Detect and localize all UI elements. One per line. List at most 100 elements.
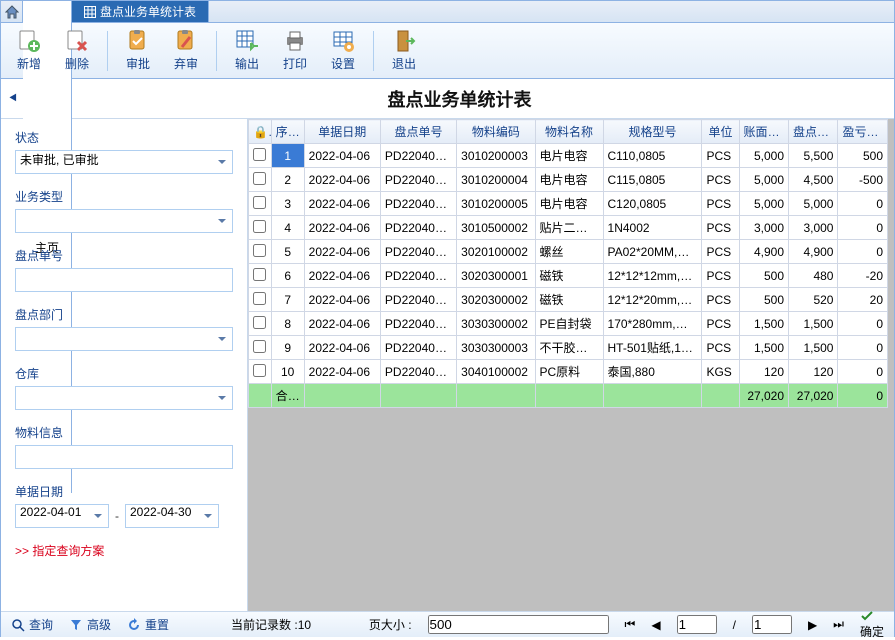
cell-unit: PCS [702, 312, 739, 336]
advanced-button[interactable]: 高级 [69, 616, 111, 633]
unapprove-button[interactable]: 弃审 [164, 26, 208, 76]
col-unit[interactable]: 单位 [702, 120, 739, 144]
table-row[interactable]: 52022-04-06PD220400013020100002螺丝PA02*20… [249, 240, 888, 264]
cell-mat: 3010500002 [457, 216, 535, 240]
table-row[interactable]: 42022-04-06PD220400013010500002贴片二极管1N40… [249, 216, 888, 240]
unapprove-label: 弃审 [174, 55, 198, 72]
reset-button[interactable]: 重置 [127, 616, 169, 633]
cell-book: 1,500 [739, 336, 788, 360]
cell-seq: 4 [271, 216, 304, 240]
page-title: 盘点业务单统计表 [25, 86, 894, 112]
page-size-label: 页大小 : [369, 616, 412, 633]
cell-seq: 7 [271, 288, 304, 312]
col-name[interactable]: 物料名称 [535, 120, 603, 144]
add-button[interactable]: 新增 [7, 26, 51, 76]
grid-area: 🔒 序号 单据日期 盘点单号 物料编码 物料名称 规格型号 单位 账面数量 盘点… [248, 119, 894, 611]
footer-actions: 查询 高级 重置 当前记录数 :10 页大小 : ⏮ ◀ / ▶ ⏭ 确定 [1, 611, 894, 637]
tab-report[interactable]: 盘点业务单统计表 [72, 1, 209, 22]
confirm-button[interactable]: 确定 [860, 609, 884, 640]
col-mat[interactable]: 物料编码 [457, 120, 535, 144]
page-first-icon[interactable]: ⏮ [625, 617, 636, 632]
table-total-row: 合计27,02027,0200 [249, 384, 888, 408]
grid-scroll[interactable]: 🔒 序号 单据日期 盘点单号 物料编码 物料名称 规格型号 单位 账面数量 盘点… [248, 119, 894, 611]
cell-diff: 20 [838, 288, 888, 312]
tab-report-label: 盘点业务单统计表 [100, 3, 196, 20]
cell-count: 520 [789, 288, 838, 312]
settings-label: 设置 [331, 55, 355, 72]
row-checkbox[interactable] [249, 216, 272, 240]
table-row[interactable]: 62022-04-06PD220400013020300001磁铁12*12*1… [249, 264, 888, 288]
col-doc[interactable]: 盘点单号 [380, 120, 456, 144]
query-button[interactable]: 查询 [11, 616, 53, 633]
row-checkbox[interactable] [249, 144, 272, 168]
approve-button[interactable]: 审批 [116, 26, 160, 76]
cell-seq: 8 [271, 312, 304, 336]
page-last-icon[interactable]: ⏭ [833, 617, 844, 632]
add-label: 新增 [17, 55, 41, 72]
col-book[interactable]: 账面数量 [739, 120, 788, 144]
page-next-icon[interactable]: ▶ [808, 618, 817, 632]
dept-label: 盘点部门 [15, 306, 233, 323]
table-row[interactable]: 32022-04-06PD220400013010200005电片电容C120,… [249, 192, 888, 216]
row-checkbox[interactable] [249, 360, 272, 384]
cell-unit: PCS [702, 336, 739, 360]
cell-book: 500 [739, 264, 788, 288]
page-size-input[interactable] [428, 615, 609, 634]
query-scheme-link[interactable]: >> 指定查询方案 [15, 542, 233, 559]
table-row[interactable]: 102022-04-06PD220400013040100002PC原料泰国,8… [249, 360, 888, 384]
dept-select[interactable] [15, 327, 233, 351]
row-checkbox[interactable] [249, 312, 272, 336]
print-button[interactable]: 打印 [273, 26, 317, 76]
row-checkbox[interactable] [249, 192, 272, 216]
cell-date: 2022-04-06 [304, 144, 380, 168]
row-checkbox[interactable] [249, 168, 272, 192]
cell-count: 4,500 [789, 168, 838, 192]
row-checkbox[interactable] [249, 240, 272, 264]
date-to-input[interactable]: 2022-04-30 [125, 504, 219, 528]
row-checkbox[interactable] [249, 336, 272, 360]
col-seq[interactable]: 序号 [271, 120, 304, 144]
row-checkbox[interactable] [249, 264, 272, 288]
cell-spec: 170*280mm,单透 [603, 312, 702, 336]
home-icon[interactable] [1, 1, 23, 22]
cell-count: 480 [789, 264, 838, 288]
col-diff[interactable]: 盈亏数量 [838, 120, 888, 144]
table-row[interactable]: 22022-04-06PD220400013010200004电片电容C115,… [249, 168, 888, 192]
status-select[interactable]: 未审批, 已审批 [15, 150, 233, 174]
cell-spec: C120,0805 [603, 192, 702, 216]
warehouse-select[interactable] [15, 386, 233, 410]
table-row[interactable]: 12022-04-06PD220400013010200003电片电容C110,… [249, 144, 888, 168]
cell-date: 2022-04-06 [304, 336, 380, 360]
col-lock-icon[interactable]: 🔒 [249, 120, 272, 144]
biz-type-label: 业务类型 [15, 188, 233, 205]
cell-diff: -500 [838, 168, 888, 192]
material-input[interactable] [15, 445, 233, 469]
row-checkbox[interactable] [249, 288, 272, 312]
exit-button[interactable]: 退出 [382, 26, 426, 76]
table-row[interactable]: 82022-04-06PD220400013030300002PE自封袋170*… [249, 312, 888, 336]
data-table: 🔒 序号 单据日期 盘点单号 物料编码 物料名称 规格型号 单位 账面数量 盘点… [248, 119, 888, 408]
advanced-label: 高级 [87, 616, 111, 633]
cell-spec: 泰国,880 [603, 360, 702, 384]
table-row[interactable]: 92022-04-06PD220400013030300003不干胶贴纸HT-5… [249, 336, 888, 360]
col-date[interactable]: 单据日期 [304, 120, 380, 144]
cell-unit: PCS [702, 288, 739, 312]
col-count[interactable]: 盘点数量 [789, 120, 838, 144]
title-row: ⯇ 盘点业务单统计表 [1, 79, 894, 119]
delete-button[interactable]: 删除 [55, 26, 99, 76]
export-button[interactable]: 输出 [225, 26, 269, 76]
collapse-sidebar-icon[interactable]: ⯇ [1, 90, 25, 107]
cell-name: 螺丝 [535, 240, 603, 264]
cell-diff: -20 [838, 264, 888, 288]
cell-diff: 0 [838, 240, 888, 264]
date-from-input[interactable]: 2022-04-01 [15, 504, 109, 528]
col-spec[interactable]: 规格型号 [603, 120, 702, 144]
doc-no-input[interactable] [15, 268, 233, 292]
biz-type-select[interactable] [15, 209, 233, 233]
table-row[interactable]: 72022-04-06PD220400013020300002磁铁12*12*2… [249, 288, 888, 312]
page-current-input[interactable] [677, 615, 717, 634]
cell-mat: 3020100002 [457, 240, 535, 264]
page-prev-icon[interactable]: ◀ [651, 618, 660, 632]
page-total-input[interactable] [752, 615, 792, 634]
settings-button[interactable]: 设置 [321, 26, 365, 76]
